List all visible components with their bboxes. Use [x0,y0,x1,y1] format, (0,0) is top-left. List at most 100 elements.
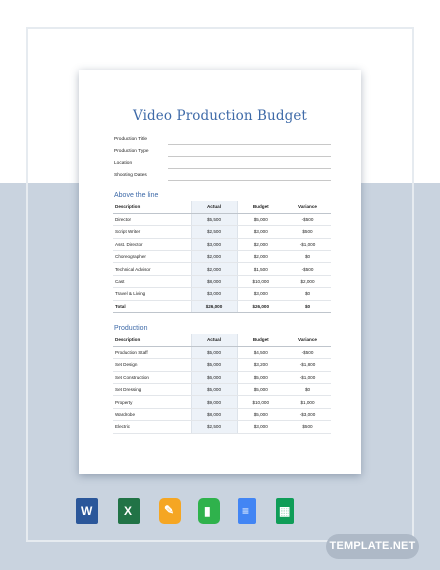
column-header: Description [113,334,191,347]
google-docs-glyph: ≡ [242,504,250,518]
word-icon[interactable]: W [76,498,98,524]
cell: $10,000 [237,395,284,409]
table-row: Wardrobe $8,000 $5,000 -$3,000 [113,408,331,422]
info-label-shooting-dates: Shooting Dates [114,173,147,178]
cell: $6,000 [190,371,238,385]
info-row: Shooting Dates [114,172,331,184]
cell: -$1,800 [284,358,331,372]
cell: -$1,000 [284,238,331,252]
cell: Technical Advisor [113,262,191,276]
cell: $10,000 [237,275,284,289]
info-fields: Production Title Production Type Locatio… [114,136,331,184]
table-row: Director $5,500 $5,000 -$500 [113,213,331,227]
table-row: Set Dressing $5,000 $5,000 $0 [113,383,331,397]
cell: $2,500 [190,225,238,239]
info-line [168,156,331,157]
column-header: Variance [284,201,331,214]
cell: Director [113,213,191,227]
numbers-glyph: ▮ [204,504,211,518]
column-header: Description [113,201,191,214]
cell: Asst. Director [113,238,191,252]
table-row: Set Design $5,000 $3,200 -$1,800 [113,358,331,372]
cell: $5,000 [237,213,284,227]
cell: -$500 [284,346,331,360]
table-row: Choreographer $2,000 $2,000 $0 [113,250,331,264]
column-header: Actual [190,201,238,214]
cell: $26,000 [237,300,284,314]
cell: Wardrobe [113,408,191,422]
excel-glyph: X [124,504,133,518]
table-row: Electric $2,500 $3,000 $500 [113,420,331,434]
info-row: Production Type [114,148,331,160]
column-header: Actual [190,334,238,347]
pages-glyph: ✎ [164,503,175,517]
pages-icon[interactable]: ✎ [159,498,181,524]
column-header: Budget [237,334,284,347]
cell: Total [113,300,191,314]
cell: -$500 [284,262,331,276]
excel-icon[interactable]: X [118,498,140,524]
cell: $2,500 [190,420,238,434]
cell: $5,000 [190,383,238,397]
cell: $2,000 [190,250,238,264]
cell: $0 [284,300,331,314]
table-total-row: Total $26,000 $26,000 $0 [113,300,331,314]
cell: Script Writer [113,225,191,239]
section-title-above-the-line: Above the line [114,192,159,199]
cell: $8,000 [190,408,238,422]
cell: Set Design [113,358,191,372]
table-header-row: Description Actual Budget Variance [113,334,331,347]
cell: $2,000 [237,238,284,252]
cell: -$1,000 [284,371,331,385]
cell: $5,000 [190,346,238,360]
cell: $3,000 [237,287,284,301]
google-sheets-icon[interactable]: ▦ [276,498,294,524]
info-label-production-type: Production Type [114,149,149,154]
info-label-production-title: Production Title [114,137,148,142]
cell: $4,500 [237,346,284,360]
cell: -$500 [284,213,331,227]
column-header: Variance [284,334,331,347]
cell: Set Construction [113,371,191,385]
table-row: Production Staff $5,000 $4,500 -$500 [113,346,331,360]
google-docs-icon[interactable]: ≡ [238,498,256,524]
info-label-location: Location [114,161,133,166]
cell: $3,000 [237,420,284,434]
above-the-line-table: Description Actual Budget Variance Direc… [113,201,331,314]
table-row: Asst. Director $3,000 $2,000 -$1,000 [113,238,331,252]
cell: $1,500 [237,262,284,276]
cell: $0 [284,383,331,397]
section-title-production: Production [114,325,148,332]
cell: $8,000 [190,275,238,289]
cell: -$3,000 [284,408,331,422]
table-row: Travel & Living $3,000 $3,000 $0 [113,287,331,301]
numbers-icon[interactable]: ▮ [198,498,220,524]
cell: $0 [284,287,331,301]
cell: Choreographer [113,250,191,264]
table-row: Set Construction $6,000 $5,000 -$1,000 [113,371,331,385]
cell: $3,000 [190,287,238,301]
info-line [168,168,331,169]
cell: $0 [284,250,331,264]
cell: $9,000 [190,395,238,409]
cell: $5,500 [190,213,238,227]
template-net-badge[interactable]: TEMPLATE.NET [326,534,419,559]
document-title: Video Production Budget [133,108,307,124]
document-preview: Video Production Budget Production Title… [79,70,361,474]
cell: Property [113,395,191,409]
cell: $3,200 [237,358,284,372]
cell: $2,000 [237,250,284,264]
cell: Cast [113,275,191,289]
cell: $5,000 [190,358,238,372]
info-row: Production Title [114,136,331,148]
cell: Travel & Living [113,287,191,301]
cell: $5,000 [237,371,284,385]
cell: $3,000 [237,225,284,239]
cell: $2,000 [190,262,238,276]
production-table: Description Actual Budget Variance Produ… [113,334,331,434]
table-row: Property $9,000 $10,000 $1,000 [113,395,331,409]
table-row: Script Writer $2,500 $3,000 $500 [113,225,331,239]
table-row: Cast $8,000 $10,000 $2,000 [113,275,331,289]
cell: $5,000 [237,408,284,422]
word-glyph: W [81,504,93,518]
